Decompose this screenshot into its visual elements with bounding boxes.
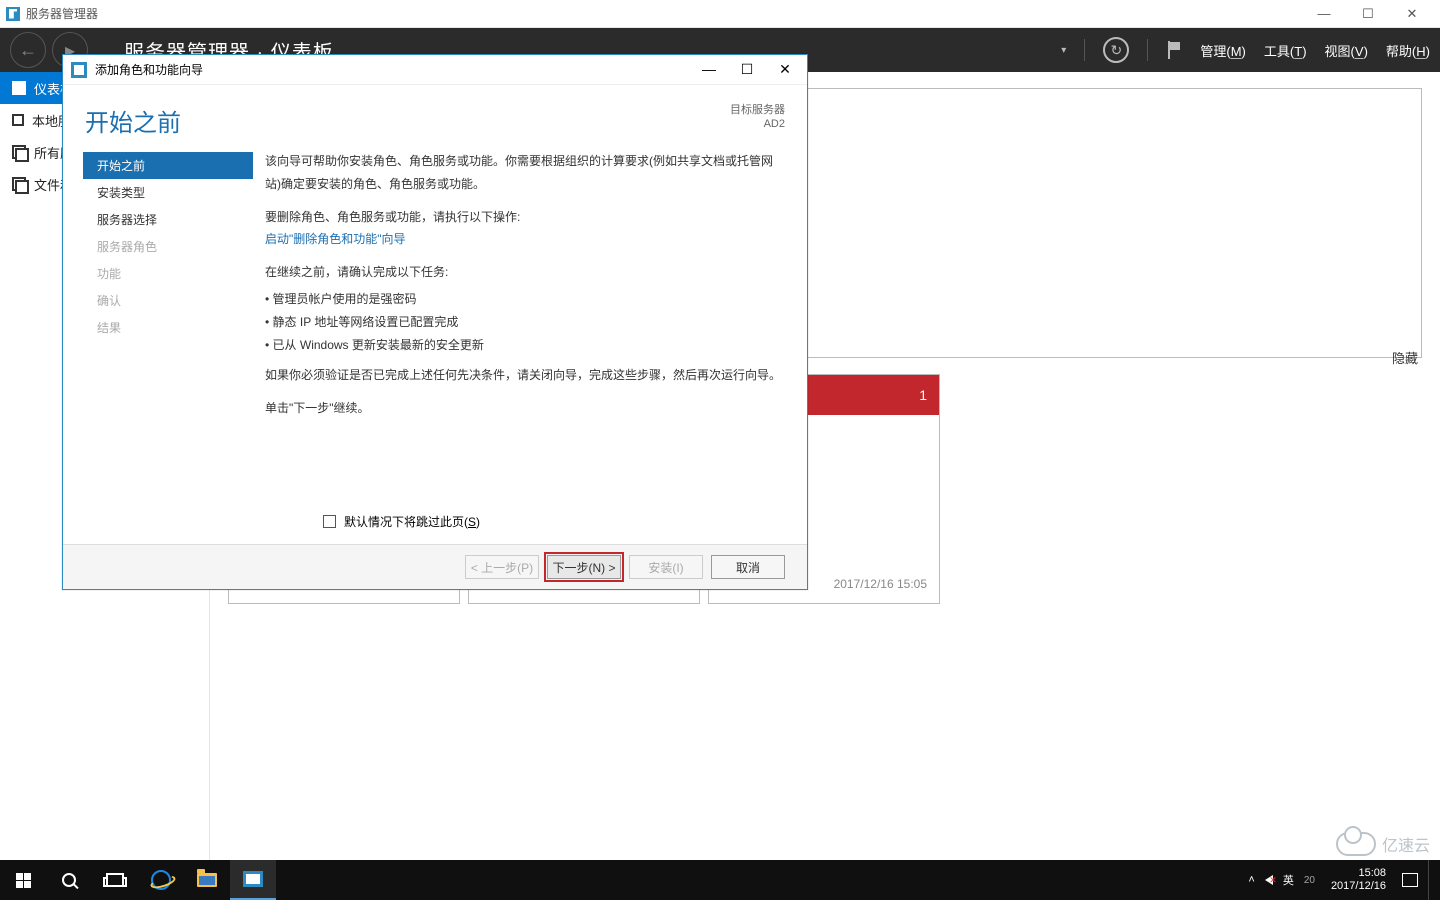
start-button[interactable] — [0, 860, 46, 900]
menu-help[interactable]: 帮助(H) — [1386, 41, 1430, 60]
taskbar-server-manager[interactable] — [230, 860, 276, 900]
menu-tools[interactable]: 工具(T) — [1264, 41, 1307, 60]
system-tray: ˄ 英 20 15:08 2017/12/16 — [1248, 860, 1440, 900]
dialog-titlebar: 添加角色和功能向导 — ☐ ✕ — [63, 55, 807, 85]
next-button[interactable]: 下一步(N) > — [547, 555, 621, 579]
previous-button: < 上一步(P) — [465, 555, 539, 579]
server-manager-icon — [243, 871, 263, 887]
dropdown-caret-icon[interactable]: ▾ — [1061, 45, 1066, 56]
maximize-button[interactable]: ☐ — [1346, 0, 1390, 28]
dialog-close-button[interactable]: ✕ — [777, 61, 793, 78]
wizard-content: 该向导可帮助你安装角色、角色服务或功能。你需要根据组织的计算要求(例如共享文档或… — [253, 148, 807, 513]
window-controls: — ☐ ✕ — [1302, 0, 1434, 28]
wizard-paragraph: 单击"下一步"继续。 — [265, 397, 783, 420]
wizard-paragraph: 在继续之前，请确认完成以下任务: — [265, 261, 783, 284]
show-desktop-button[interactable] — [1428, 860, 1434, 900]
wizard-paragraph: 该向导可帮助你安装角色、角色服务或功能。你需要根据组织的计算要求(例如共享文档或… — [265, 150, 783, 196]
hide-link[interactable]: 隐藏 — [1392, 348, 1418, 367]
notifications-flag-icon[interactable] — [1166, 41, 1182, 59]
wizard-paragraph: 要删除角色、角色服务或功能，请执行以下操作: — [265, 206, 783, 229]
back-button[interactable]: ← — [10, 32, 46, 68]
dialog-maximize-button[interactable]: ☐ — [739, 61, 755, 78]
task-view-button[interactable] — [92, 860, 138, 900]
wizard-step-server-selection[interactable]: 服务器选择 — [83, 206, 253, 233]
wizard-step-confirmation: 确认 — [83, 287, 253, 314]
windows-icon — [16, 873, 31, 888]
wizard-step-server-roles: 服务器角色 — [83, 233, 253, 260]
menu-manage[interactable]: 管理(M) — [1200, 41, 1246, 60]
wizard-nav: 开始之前 安装类型 服务器选择 服务器角色 功能 确认 结果 — [83, 148, 253, 513]
wizard-paragraph: 如果你必须验证是否已完成上述任何先决条件，请关闭向导，完成这些步骤，然后再次运行… — [265, 364, 783, 387]
separator — [1147, 39, 1148, 61]
skip-page-checkbox[interactable] — [323, 515, 336, 528]
list-item: 已从 Windows 更新安装最新的安全更新 — [265, 334, 783, 357]
storage-icon — [12, 177, 26, 191]
list-item: 静态 IP 地址等网络设置已配置完成 — [265, 311, 783, 334]
taskbar-ie[interactable] — [138, 860, 184, 900]
dialog-minimize-button[interactable]: — — [701, 61, 717, 78]
app-icon — [6, 7, 20, 21]
os-titlebar: 服务器管理器 — ☐ ✕ — [0, 0, 1440, 28]
wizard-step-features: 功能 — [83, 260, 253, 287]
search-icon — [62, 873, 76, 887]
search-button[interactable] — [46, 860, 92, 900]
destination-server: 目标服务器 AD2 — [730, 103, 785, 132]
action-center-icon[interactable] — [1402, 873, 1418, 887]
minimize-button[interactable]: — — [1302, 0, 1346, 28]
volume-muted-icon[interactable] — [1265, 875, 1273, 885]
clock[interactable]: 15:08 2017/12/16 — [1325, 867, 1392, 893]
tray-chevron-icon[interactable]: ˄ — [1248, 874, 1254, 886]
app-title: 服务器管理器 — [26, 5, 98, 22]
add-roles-wizard-dialog: 添加角色和功能向导 — ☐ ✕ 开始之前 目标服务器 AD2 开始之前 安装类型… — [62, 54, 808, 590]
dashboard-icon — [12, 81, 26, 95]
task-view-icon — [106, 873, 124, 887]
ime-sub: 20 — [1304, 875, 1315, 886]
skip-page-option: 默认情况下将跳过此页(S) — [63, 513, 807, 544]
remove-roles-link[interactable]: 启动"删除角色和功能"向导 — [265, 232, 406, 246]
server-icon — [12, 114, 24, 126]
menu-view[interactable]: 视图(V) — [1325, 41, 1368, 60]
separator — [1084, 39, 1085, 61]
cancel-button[interactable]: 取消 — [711, 555, 785, 579]
folder-icon — [197, 873, 217, 887]
wizard-footer: < 上一步(P) 下一步(N) > 安装(I) 取消 — [63, 544, 807, 589]
install-button: 安装(I) — [629, 555, 703, 579]
wizard-step-before-you-begin[interactable]: 开始之前 — [83, 152, 253, 179]
wizard-page-heading: 开始之前 — [85, 103, 730, 138]
prerequisites-list: 管理员帐户使用的是强密码 静态 IP 地址等网络设置已配置完成 已从 Windo… — [265, 288, 783, 356]
refresh-icon[interactable]: ↻ — [1103, 37, 1129, 63]
watermark: 亿速云 — [1336, 832, 1430, 856]
wizard-step-installation-type[interactable]: 安装类型 — [83, 179, 253, 206]
close-button[interactable]: ✕ — [1390, 0, 1434, 28]
skip-page-label: 默认情况下将跳过此页(S) — [344, 513, 480, 530]
ime-indicator[interactable]: 英 — [1283, 872, 1294, 888]
taskbar: ˄ 英 20 15:08 2017/12/16 — [0, 860, 1440, 900]
dialog-title: 添加角色和功能向导 — [95, 61, 203, 78]
servers-icon — [12, 145, 26, 159]
taskbar-explorer[interactable] — [184, 860, 230, 900]
cloud-icon — [1336, 832, 1376, 856]
wizard-icon — [71, 62, 87, 78]
wizard-step-results: 结果 — [83, 314, 253, 341]
ie-icon — [151, 870, 171, 890]
list-item: 管理员帐户使用的是强密码 — [265, 288, 783, 311]
